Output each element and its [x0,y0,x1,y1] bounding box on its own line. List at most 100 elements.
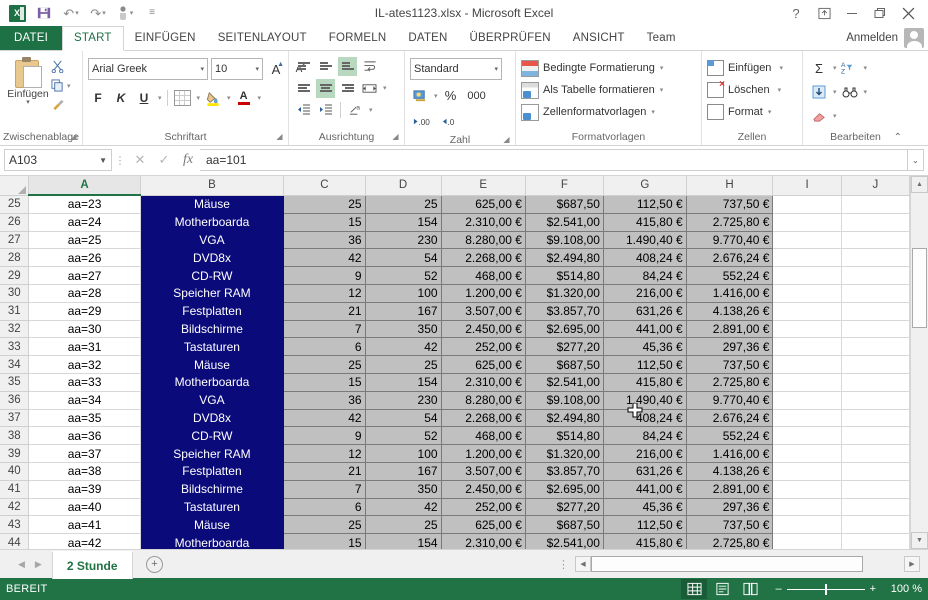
find-select-button[interactable] [839,83,861,101]
table-row[interactable]: 43 aa=41 Mäuse 25 25 625,00 € $687,50 112,50 €7… [0,515,910,535]
cell-e[interactable]: 1.200,00 € [441,444,526,463]
help-button[interactable]: ? [782,1,810,25]
cell-a[interactable]: aa=38 [28,462,141,481]
row-header[interactable]: 31 [0,302,30,321]
cell-a[interactable]: aa=37 [28,444,141,463]
row-header[interactable]: 28 [0,248,30,268]
cell-a[interactable]: aa=29 [28,302,141,321]
decrease-indent-button[interactable] [294,101,313,120]
format-painter-button[interactable] [51,96,71,113]
cell-d[interactable]: 230 [365,230,442,250]
restore-button[interactable] [866,1,894,25]
tab-daten[interactable]: DATEN [397,26,458,50]
column-header-d[interactable]: D [365,176,442,196]
cell-i[interactable] [772,248,842,268]
cell-g[interactable]: 45,36 € [603,497,687,517]
percent-format-button[interactable]: % [441,86,461,106]
cell-c[interactable]: 15 [283,372,366,392]
clear-dropdown-icon[interactable]: ▾ [833,112,837,120]
cell-f[interactable]: $2.541,00 [525,372,604,392]
table-row[interactable]: 36 aa=34 VGA 36 230 8.280,00 € $9.108,00 1.490,… [0,390,910,410]
table-row[interactable]: 28 aa=26 DVD8x 42 54 2.268,00 € $2.494,80 408,2… [0,248,910,268]
cell-j[interactable] [841,248,910,268]
sheet-tab-2-stunde[interactable]: 2 Stunde [51,551,133,579]
table-row[interactable]: 42 aa=40 Tastaturen 6 42 252,00 € $277,20 45,36… [0,497,910,517]
save-icon[interactable] [31,2,57,24]
row-header[interactable]: 34 [0,355,30,374]
table-row[interactable]: 33 aa=31 Tastaturen 6 42 252,00 € $277,20 45,36… [0,337,910,357]
new-sheet-button[interactable]: + [143,552,167,576]
table-row[interactable]: 30 aa=28 Speicher RAM 12 100 1.200,00 € $1.320… [0,283,910,303]
cell-d[interactable]: 25 [365,355,442,374]
cell-g[interactable]: 415,80 € [603,372,687,392]
scroll-down-button[interactable]: ▼ [911,532,928,549]
cell-c[interactable]: 12 [283,444,366,463]
horizontal-scroll-thumb[interactable] [591,556,863,572]
cell-g[interactable]: 415,80 € [603,212,687,232]
cell-styles-dropdown-icon[interactable]: ▾ [651,108,655,116]
row-header[interactable]: 32 [0,320,30,339]
column-header-h[interactable]: H [686,176,774,196]
cell-a[interactable]: aa=41 [28,515,141,535]
thousands-format-button[interactable]: 000 [464,86,490,106]
fill-color-dropdown-icon[interactable]: ▾ [227,94,231,102]
cell-j[interactable] [841,391,910,410]
cell-h[interactable]: 1.416,00 € [686,283,774,303]
cell-e[interactable]: 2.450,00 € [441,319,526,339]
table-row[interactable]: 29 aa=27 CD-RW 9 52 468,00 € $514,80 84,24 €552… [0,266,910,285]
fill-color-button[interactable] [203,88,223,108]
cell-e[interactable]: 3.507,00 € [441,301,526,321]
cell-f[interactable]: $2.541,00 [525,533,604,549]
cell-b[interactable]: VGA [140,391,285,410]
row-header[interactable]: 25 [0,195,30,214]
cell-j[interactable] [841,355,910,374]
cell-g[interactable]: 112,50 € [603,355,687,374]
row-header[interactable]: 26 [0,213,30,232]
conditional-formatting-dropdown-icon[interactable]: ▾ [660,64,664,72]
clipboard-dialog-launcher-icon[interactable]: ◢ [69,132,78,141]
cell-d[interactable]: 25 [365,515,442,535]
cell-h[interactable]: 552,24 € [686,426,774,446]
tab-ansicht[interactable]: ANSICHT [562,26,636,50]
minimize-button[interactable] [838,1,866,25]
cell-j[interactable] [841,515,910,535]
cell-b[interactable]: Bildschirme [140,320,285,339]
cell-i[interactable] [772,355,842,374]
column-header-g[interactable]: G [603,176,687,196]
cell-i[interactable] [772,426,842,446]
cell-h[interactable]: 737,50 € [686,355,774,374]
column-header-b[interactable]: B [140,176,285,196]
cell-j[interactable] [841,498,910,517]
cell-b[interactable]: Speicher RAM [140,284,285,303]
cell-c[interactable]: 12 [283,283,366,303]
accounting-format-button[interactable] [410,86,430,106]
cell-d[interactable]: 154 [365,372,442,392]
cell-a[interactable]: aa=30 [28,320,141,339]
cell-h[interactable]: 4.138,26 € [686,461,774,481]
format-cells-dropdown-icon[interactable]: ▾ [768,108,772,116]
decrease-decimal-button[interactable]: .0 [439,112,465,132]
insert-cells-dropdown-icon[interactable]: ▾ [779,64,783,72]
cell-i[interactable] [772,213,842,232]
table-row[interactable]: 44 aa=42 Motherboarda 15 154 2.310,00 € $2.541… [0,533,910,549]
number-format-dropdown-icon[interactable]: ▾ [494,65,498,73]
cell-f[interactable]: $514,80 [525,266,604,285]
table-row[interactable]: 25 aa=23 Mäuse 25 25 625,00 € $687,50 112,50 €7… [0,194,910,214]
cell-h[interactable]: 4.138,26 € [686,301,774,321]
cell-d[interactable]: 52 [365,266,442,285]
cell-j[interactable] [841,373,910,392]
cell-i[interactable] [772,391,842,410]
cell-g[interactable]: 441,00 € [603,319,687,339]
cell-h[interactable]: 2.725,80 € [686,372,774,392]
cell-j[interactable] [841,533,910,549]
format-as-table-dropdown-icon[interactable]: ▾ [660,86,664,94]
row-header[interactable]: 36 [0,391,30,410]
orientation-dropdown-icon[interactable]: ▾ [369,106,373,114]
tab-einfuegen[interactable]: EINFÜGEN [124,26,207,50]
copy-dropdown-icon[interactable]: ▾ [67,82,71,90]
zoom-handle[interactable] [824,583,827,595]
cell-j[interactable] [841,284,910,303]
cell-f[interactable]: $1.320,00 [525,444,604,463]
align-left-button[interactable] [294,79,313,98]
cell-e[interactable]: 2.310,00 € [441,372,526,392]
